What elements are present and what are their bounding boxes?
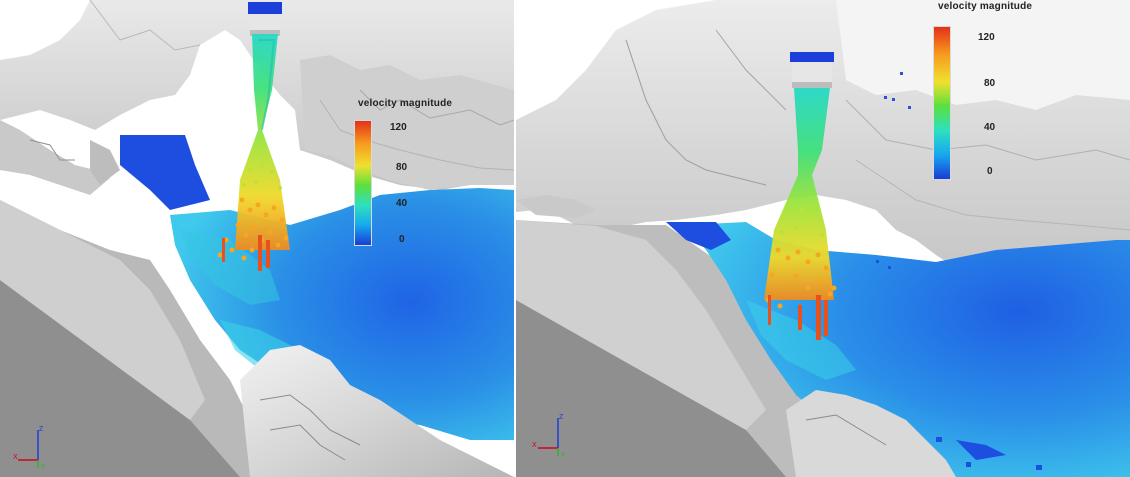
colorbar-tick-max: 120 (390, 122, 407, 133)
xyz-axes-triad-icon: Z X Y (532, 414, 566, 458)
colorbar-tick: 40 (984, 122, 996, 133)
velocity-colorbar-left: velocity magnitude 120 80 40 0 (352, 98, 482, 258)
comparison-figure: velocity magnitude 120 80 40 0 Z X Y vel… (0, 0, 1130, 477)
axis-label-x: X (532, 442, 537, 449)
spillway-tower-right (790, 52, 834, 88)
colorbar-tick: 80 (984, 78, 996, 89)
spillway-tower-left (248, 2, 282, 36)
colorbar-tick-max: 120 (978, 32, 995, 43)
colorbar-gradient (933, 26, 951, 180)
colorbar-title: velocity magnitude (358, 98, 453, 109)
xyz-axes-triad-icon: Z X Y (13, 426, 46, 470)
colorbar-tick-min: 0 (987, 166, 993, 177)
simulation-view-right: velocity magnitude 120 80 40 0 Z X Y (516, 0, 1130, 477)
colorbar-tick: 40 (396, 198, 408, 209)
velocity-colorbar-right: velocity magnitude 120 80 40 0 (928, 0, 1088, 190)
axis-label-z: Z (39, 426, 44, 433)
axis-label-y: Y (561, 452, 566, 458)
axis-label-z: Z (559, 414, 564, 421)
colorbar-tick: 80 (396, 162, 408, 173)
axis-label-x: X (13, 454, 18, 461)
axis-label-y: Y (41, 464, 46, 470)
simulation-view-left: velocity magnitude 120 80 40 0 Z X Y (0, 0, 514, 477)
colorbar-title: velocity magnitude (938, 1, 1033, 12)
colorbar-tick-min: 0 (399, 234, 405, 245)
colorbar-gradient (354, 120, 372, 246)
